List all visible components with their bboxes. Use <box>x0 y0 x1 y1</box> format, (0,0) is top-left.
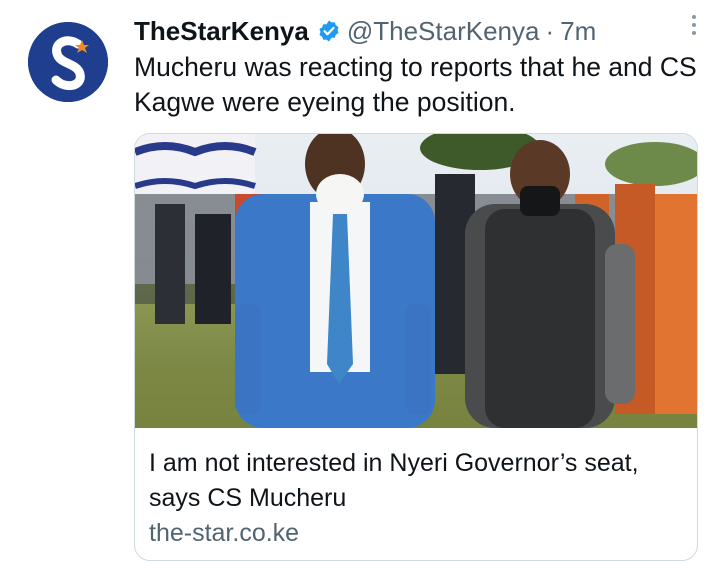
link-card-title: I am not interested in Nyeri Governor’s … <box>149 449 639 512</box>
more-options-icon[interactable] <box>682 8 706 42</box>
star-logo-icon <box>28 22 108 102</box>
author-name[interactable]: TheStarKenya <box>134 16 309 47</box>
link-card[interactable]: I am not interested in Nyeri Governor’s … <box>134 133 698 561</box>
link-card-domain: the-star.co.ke <box>149 519 300 547</box>
author-handle[interactable]: @TheStarKenya <box>347 16 540 47</box>
tweet-header: TheStarKenya @TheStarKenya · 7m <box>134 14 700 48</box>
separator-dot: · <box>545 15 555 46</box>
avatar[interactable] <box>28 22 108 102</box>
tweet-text: Mucheru was reacting to reports that he … <box>134 52 697 117</box>
timestamp[interactable]: 7m <box>560 16 596 47</box>
article-photo <box>135 134 697 428</box>
verified-badge-icon <box>317 19 341 43</box>
